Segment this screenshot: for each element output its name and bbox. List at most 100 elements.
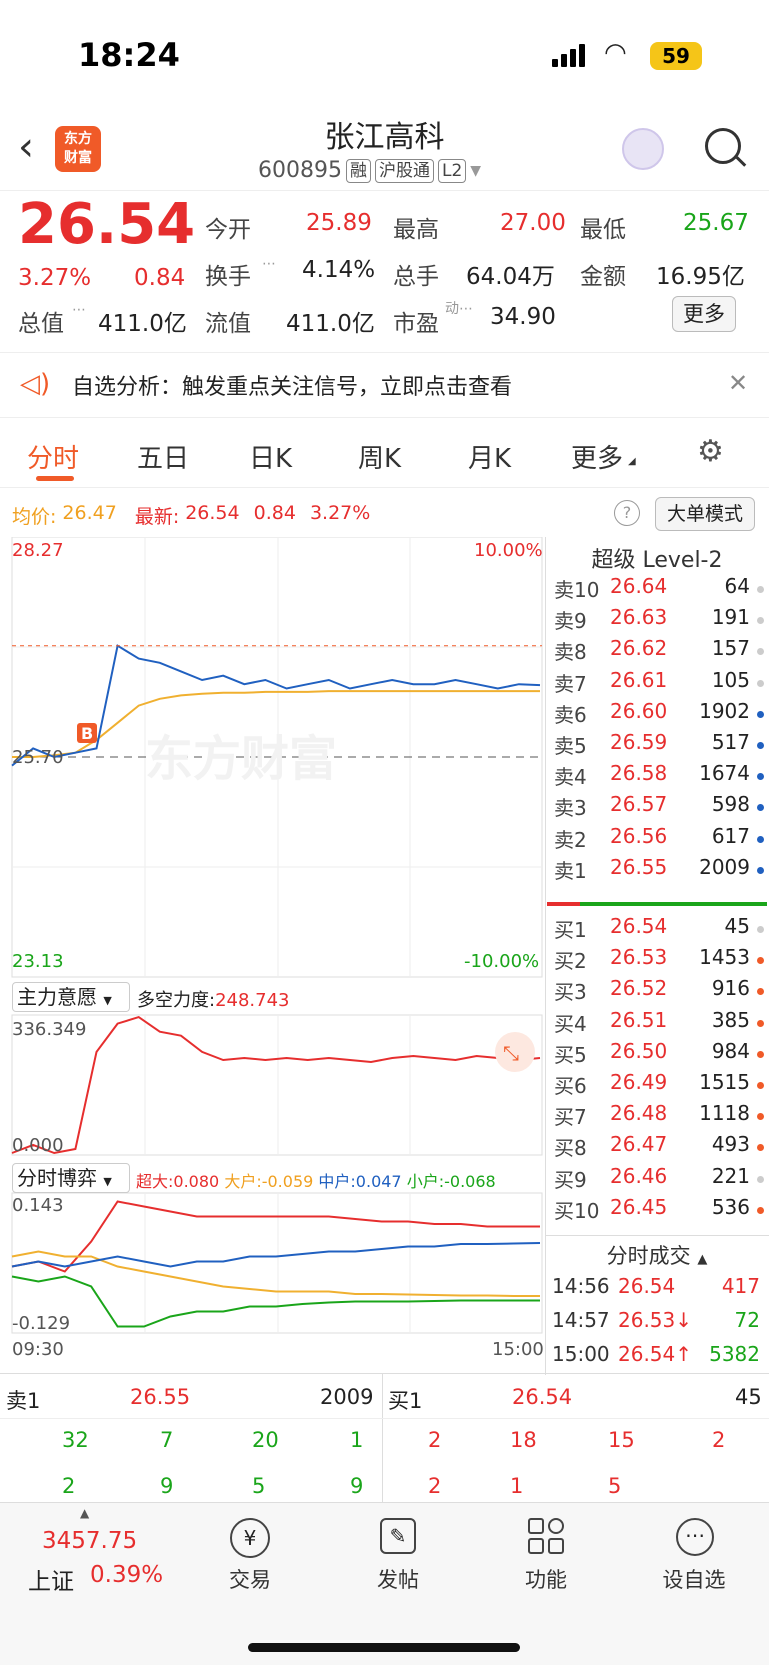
nav-trade[interactable]: 交易 xyxy=(200,1564,300,1594)
asks-label: 卖8 xyxy=(554,640,587,665)
tab-daily[interactable]: 日K xyxy=(249,438,292,475)
volume-label: 总手 xyxy=(393,264,439,290)
bids-row[interactable]: 买10 26.45 536 xyxy=(552,1195,764,1226)
more-options-icon[interactable]: ⋯ xyxy=(676,1518,714,1556)
queue-order-cell: 2 xyxy=(62,1474,76,1498)
chevron-up-icon: ▲ xyxy=(697,1252,708,1267)
high-label: 最高 xyxy=(393,217,439,243)
asks-row[interactable]: 卖8 26.62 157 xyxy=(552,636,764,667)
bids-volume: 45 xyxy=(724,914,750,938)
bids-row[interactable]: 买6 26.49 1515 xyxy=(552,1070,764,1101)
flow-selector[interactable]: 分时博弈 ▼ xyxy=(12,1163,130,1193)
bids-row[interactable]: 买2 26.53 1453 xyxy=(552,945,764,976)
bids-row[interactable]: 买3 26.52 916 xyxy=(552,976,764,1007)
trade-row: 15:00 26.54↑ 5382 xyxy=(552,1342,764,1373)
tab-5day[interactable]: 五日 xyxy=(137,438,189,475)
trades-title[interactable]: 分时成交 ▲ xyxy=(545,1240,769,1270)
chevron-down-icon[interactable]: ▼ xyxy=(470,163,481,179)
asks-row[interactable]: 卖5 26.59 517 xyxy=(552,730,764,761)
low-label: 最低 xyxy=(580,217,626,243)
apps-icon[interactable] xyxy=(528,1518,564,1554)
tab-monthly[interactable]: 月K xyxy=(468,438,511,475)
index-value[interactable]: 3457.75 xyxy=(42,1528,137,1554)
info-icon[interactable]: ⋯ xyxy=(262,256,276,272)
trade-row: 14:56 26.54 417 xyxy=(552,1274,764,1305)
post-icon[interactable]: ✎ xyxy=(380,1518,416,1554)
indicator-dot xyxy=(757,710,764,718)
banner-text: 自选分析：触发重点关注信号，立即点击查看 xyxy=(72,375,513,400)
asks-row[interactable]: 卖9 26.63 191 xyxy=(552,605,764,636)
trade-icon[interactable]: ¥ xyxy=(230,1518,270,1558)
asks-label: 卖7 xyxy=(554,671,587,696)
open-value: 25.89 xyxy=(306,210,372,236)
index-name[interactable]: 上证 xyxy=(28,1562,74,1596)
flow-title: 分时博弈 xyxy=(17,1166,97,1190)
bids-row[interactable]: 买5 26.50 984 xyxy=(552,1039,764,1070)
signal-banner[interactable]: ◁) 自选分析：触发重点关注信号，立即点击查看 ✕ xyxy=(0,352,769,418)
bids-price: 26.51 xyxy=(610,1007,668,1032)
nav-post[interactable]: 发帖 xyxy=(348,1564,448,1594)
speaker-icon: ◁) xyxy=(20,369,51,399)
tab-weekly[interactable]: 周K xyxy=(358,438,401,475)
bids-price: 26.53 xyxy=(610,945,668,970)
bids-row[interactable]: 买9 26.46 221 xyxy=(552,1164,764,1195)
index-pct[interactable]: 0.39% xyxy=(90,1562,163,1588)
flow-chart[interactable]: 0.143 -0.129 09:30 15:00 xyxy=(11,1192,544,1360)
indicator-dot xyxy=(757,1206,764,1214)
asks-row[interactable]: 卖7 26.61 105 xyxy=(552,668,764,699)
legend-mid: 中户:0.047 xyxy=(318,1172,402,1191)
asks-row[interactable]: 卖2 26.56 617 xyxy=(552,824,764,855)
close-icon[interactable]: ✕ xyxy=(728,369,748,397)
bids-row[interactable]: 买7 26.48 1118 xyxy=(552,1101,764,1132)
mainforce-y-top: 336.349 xyxy=(12,1019,86,1040)
gear-icon[interactable]: ⚙ xyxy=(697,434,724,469)
asks-volume: 64 xyxy=(724,574,750,598)
indicator-dot xyxy=(757,988,764,996)
asks-price: 26.64 xyxy=(610,574,668,598)
tab-more[interactable]: 更多 xyxy=(571,438,623,475)
help-icon[interactable]: ? xyxy=(614,500,640,526)
bids-price: 26.54 xyxy=(610,914,668,938)
queue-order-cell: 5 xyxy=(608,1474,622,1498)
queue-order-cell: 20 xyxy=(252,1428,279,1452)
flow-x-start: 09:30 xyxy=(12,1339,64,1360)
bids-row[interactable]: 买1 26.54 45 xyxy=(552,914,764,945)
volume-value: 64.04万 xyxy=(466,264,555,290)
tab-intraday[interactable]: 分时 xyxy=(27,438,79,475)
asks-price: 26.59 xyxy=(610,730,668,754)
bids-volume: 1453 xyxy=(699,945,750,970)
more-button[interactable]: 更多 xyxy=(672,296,736,332)
turnover-label: 换手 xyxy=(205,264,251,290)
bids-volume: 221 xyxy=(711,1163,750,1188)
last-price: 26.54 xyxy=(18,192,196,257)
search-icon-handle xyxy=(735,156,747,167)
info-icon[interactable]: ⋯ xyxy=(72,302,86,318)
price-chart[interactable]: 东方财富 B 28.27 25.70 23.13 10.00% -10.00% xyxy=(11,537,543,978)
mainforce-selector[interactable]: 主力意愿 ▼ xyxy=(12,982,130,1012)
asks-row[interactable]: 卖1 26.55 2009 xyxy=(552,855,764,886)
bids-row[interactable]: 买4 26.51 385 xyxy=(552,1008,764,1039)
flow-y-bottom: -0.129 xyxy=(12,1313,70,1334)
divider xyxy=(545,1235,769,1236)
tab-active-indicator xyxy=(36,476,74,481)
bids-label: 买8 xyxy=(554,1136,587,1161)
bids-row[interactable]: 买8 26.47 493 xyxy=(552,1132,764,1163)
asks-row[interactable]: 卖6 26.60 1902 xyxy=(552,699,764,730)
indicator-dot xyxy=(757,648,764,656)
asks-row[interactable]: 卖10 26.64 64 xyxy=(552,574,764,605)
robot-avatar-icon[interactable] xyxy=(622,128,664,170)
asks-row[interactable]: 卖3 26.57 598 xyxy=(552,792,764,823)
divider xyxy=(0,487,769,488)
queue-order-cell: 1 xyxy=(350,1428,364,1452)
nav-add-watchlist[interactable]: 设自选 xyxy=(644,1564,744,1594)
asks-volume: 1902 xyxy=(699,698,750,723)
divider xyxy=(0,190,769,191)
bigorder-mode-button[interactable]: 大单模式 xyxy=(655,497,755,531)
pe-label: 市盈 xyxy=(393,311,439,337)
trade-price: 26.54↑ xyxy=(618,1342,693,1366)
mainforce-chart[interactable]: 336.349 0.000 ⤡ xyxy=(11,1014,543,1156)
asks-row[interactable]: 卖4 26.58 1674 xyxy=(552,761,764,792)
divider xyxy=(382,1373,383,1503)
nav-functions[interactable]: 功能 xyxy=(496,1564,596,1594)
asks-label: 卖1 xyxy=(554,858,587,883)
